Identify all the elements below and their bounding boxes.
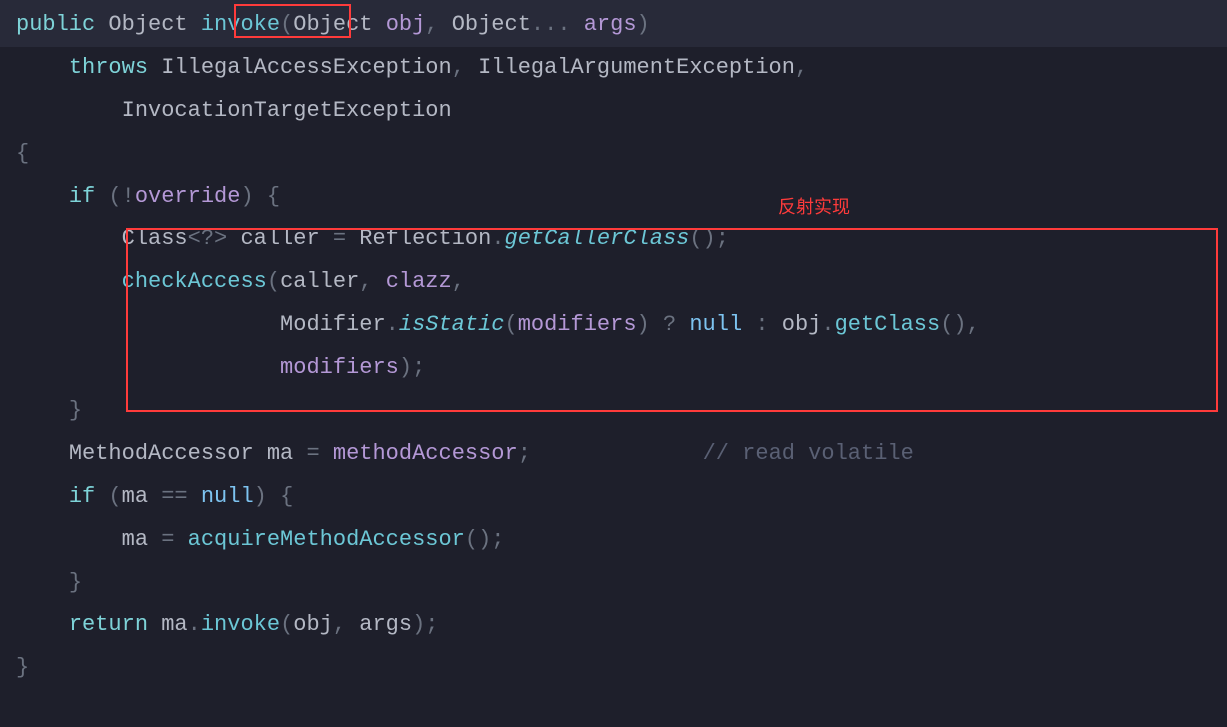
- code-line-15: return ma.invoke(obj, args);: [0, 604, 1227, 647]
- code-line-11: MethodAccessor ma = methodAccessor; // r…: [0, 433, 1227, 476]
- code-line-3: InvocationTargetException: [0, 90, 1227, 133]
- code-line-14: }: [0, 562, 1227, 605]
- type-object: Object: [108, 12, 187, 37]
- code-line-1: public Object invoke(Object obj, Object.…: [0, 0, 1227, 47]
- code-line-2: throws IllegalAccessException, IllegalAr…: [0, 47, 1227, 90]
- code-line-9: modifiers);: [0, 347, 1227, 390]
- code-line-8: Modifier.isStatic(modifiers) ? null : ob…: [0, 304, 1227, 347]
- comment-read-volatile: // read volatile: [703, 441, 914, 466]
- code-line-4: {: [0, 133, 1227, 176]
- code-line-7: checkAccess(caller, clazz,: [0, 261, 1227, 304]
- code-editor: public Object invoke(Object obj, Object.…: [0, 0, 1227, 727]
- code-line-12: if (ma == null) {: [0, 476, 1227, 519]
- code-line-13: ma = acquireMethodAccessor();: [0, 519, 1227, 562]
- code-line-5: if (!override) {: [0, 176, 1227, 219]
- keyword-public: public: [16, 12, 95, 37]
- code-line-6: Class<?> caller = Reflection.getCallerCl…: [0, 218, 1227, 261]
- annotation-label: 反射实现: [778, 192, 850, 227]
- code-line-10: }: [0, 390, 1227, 433]
- method-name-invoke: invoke: [201, 12, 280, 37]
- code-line-16: }: [0, 647, 1227, 690]
